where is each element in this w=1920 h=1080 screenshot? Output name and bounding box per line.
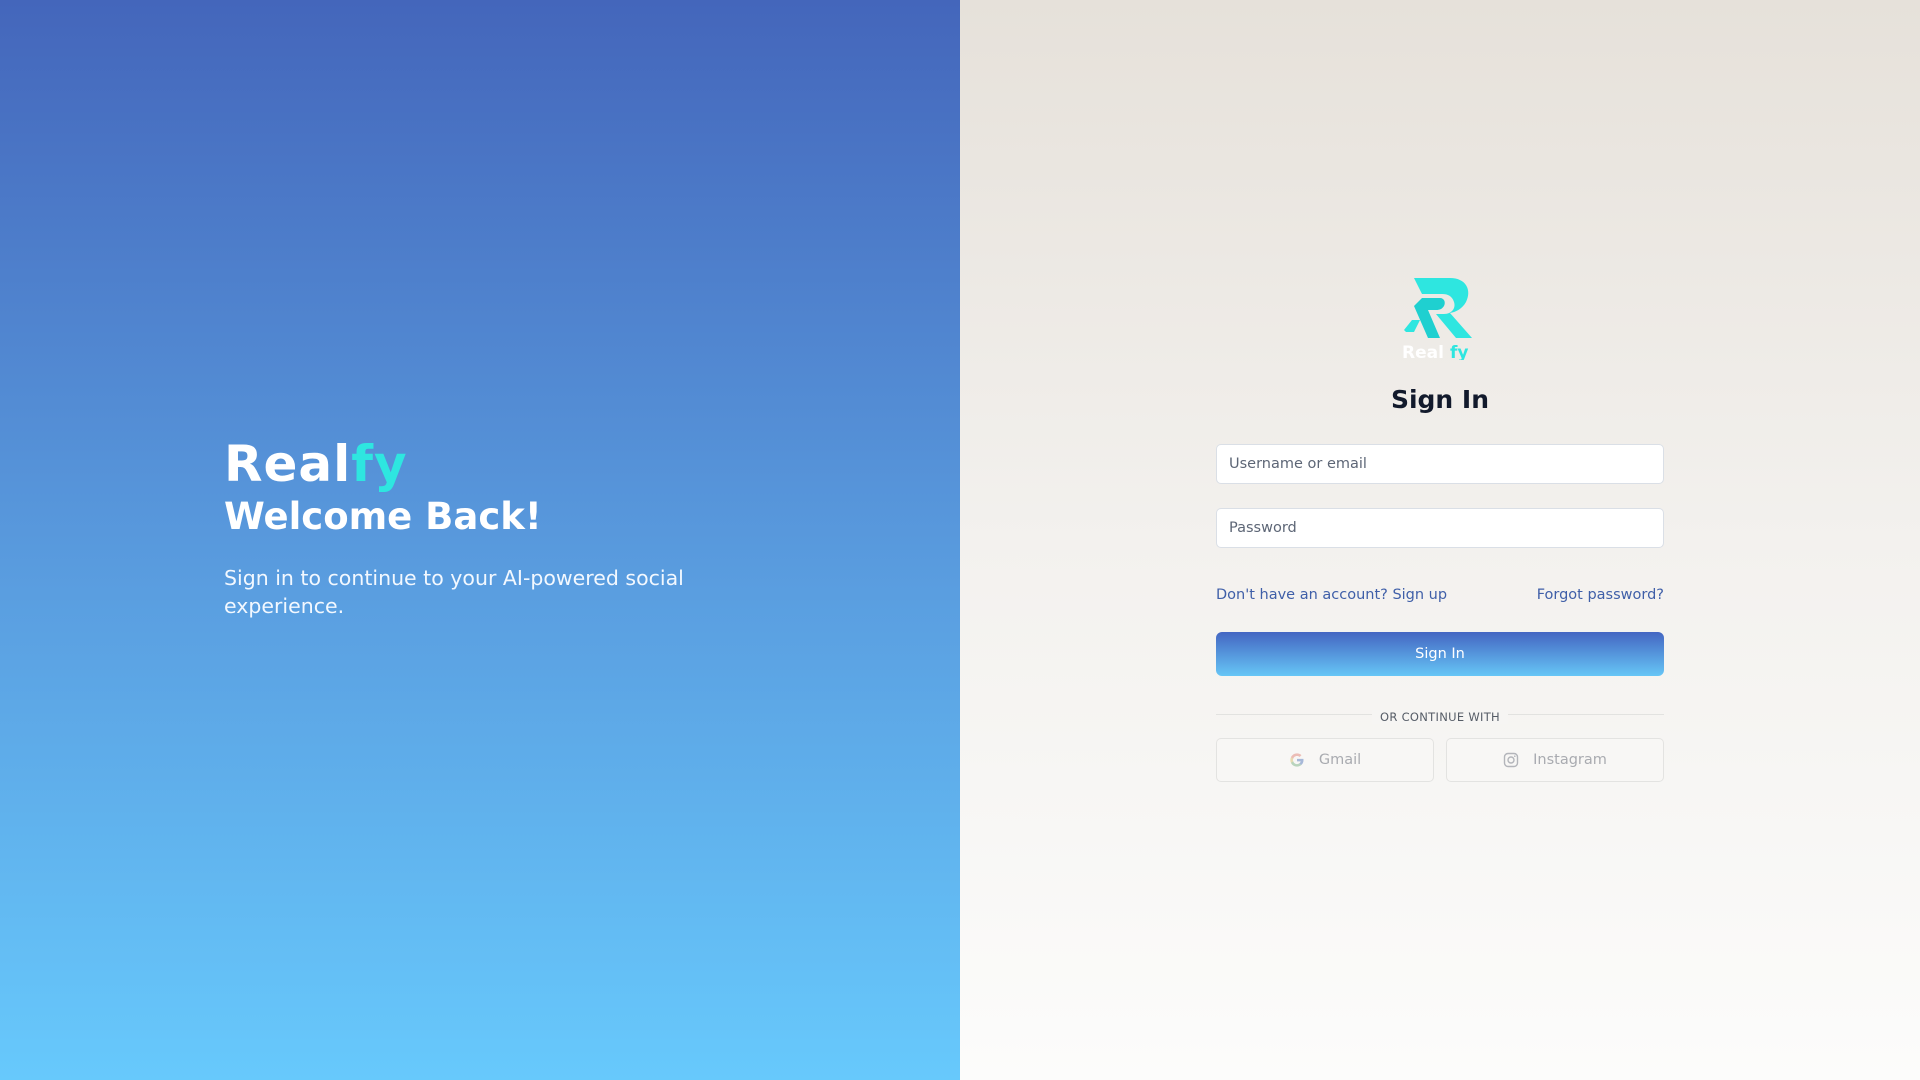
signin-panel: Real fy Sign In Don't have an account? S…: [960, 0, 1920, 1080]
signin-form: Real fy Sign In Don't have an account? S…: [1216, 276, 1664, 782]
password-input[interactable]: [1216, 508, 1664, 548]
instagram-button[interactable]: Instagram: [1446, 738, 1664, 782]
svg-text:fy: fy: [1450, 343, 1468, 360]
realfy-logo: Real fy: [1402, 278, 1472, 360]
or-divider: OR CONTINUE WITH: [1216, 706, 1664, 724]
hero-panel: Realfy Welcome Back! Sign in to continue…: [0, 0, 960, 1080]
signup-link[interactable]: Don't have an account? Sign up: [1216, 586, 1447, 604]
signin-button[interactable]: Sign In: [1216, 632, 1664, 676]
social-login-row: Gmail Instagram: [1216, 738, 1664, 782]
svg-text:Real: Real: [1402, 343, 1444, 360]
hero-content: Realfy Welcome Back! Sign in to continue…: [224, 434, 764, 620]
username-input[interactable]: [1216, 444, 1664, 484]
google-icon: [1289, 752, 1305, 768]
brand-accent: fy: [351, 435, 408, 493]
signin-title: Sign In: [1390, 385, 1490, 414]
welcome-heading: Welcome Back!: [224, 495, 542, 538]
auth-links: Don't have an account? Sign up Forgot pa…: [1216, 586, 1664, 604]
hero-tagline: Sign in to continue to your AI-powered s…: [224, 566, 684, 618]
gmail-button[interactable]: Gmail: [1216, 738, 1434, 782]
brand-wordmark: Realfy: [224, 434, 764, 494]
instagram-label: Instagram: [1533, 752, 1607, 768]
forgot-password-link[interactable]: Forgot password?: [1537, 586, 1664, 604]
instagram-icon: [1503, 752, 1519, 768]
gmail-label: Gmail: [1318, 752, 1362, 768]
divider-text: OR CONTINUE WITH: [1372, 710, 1508, 724]
brand-main: Real: [224, 435, 352, 493]
